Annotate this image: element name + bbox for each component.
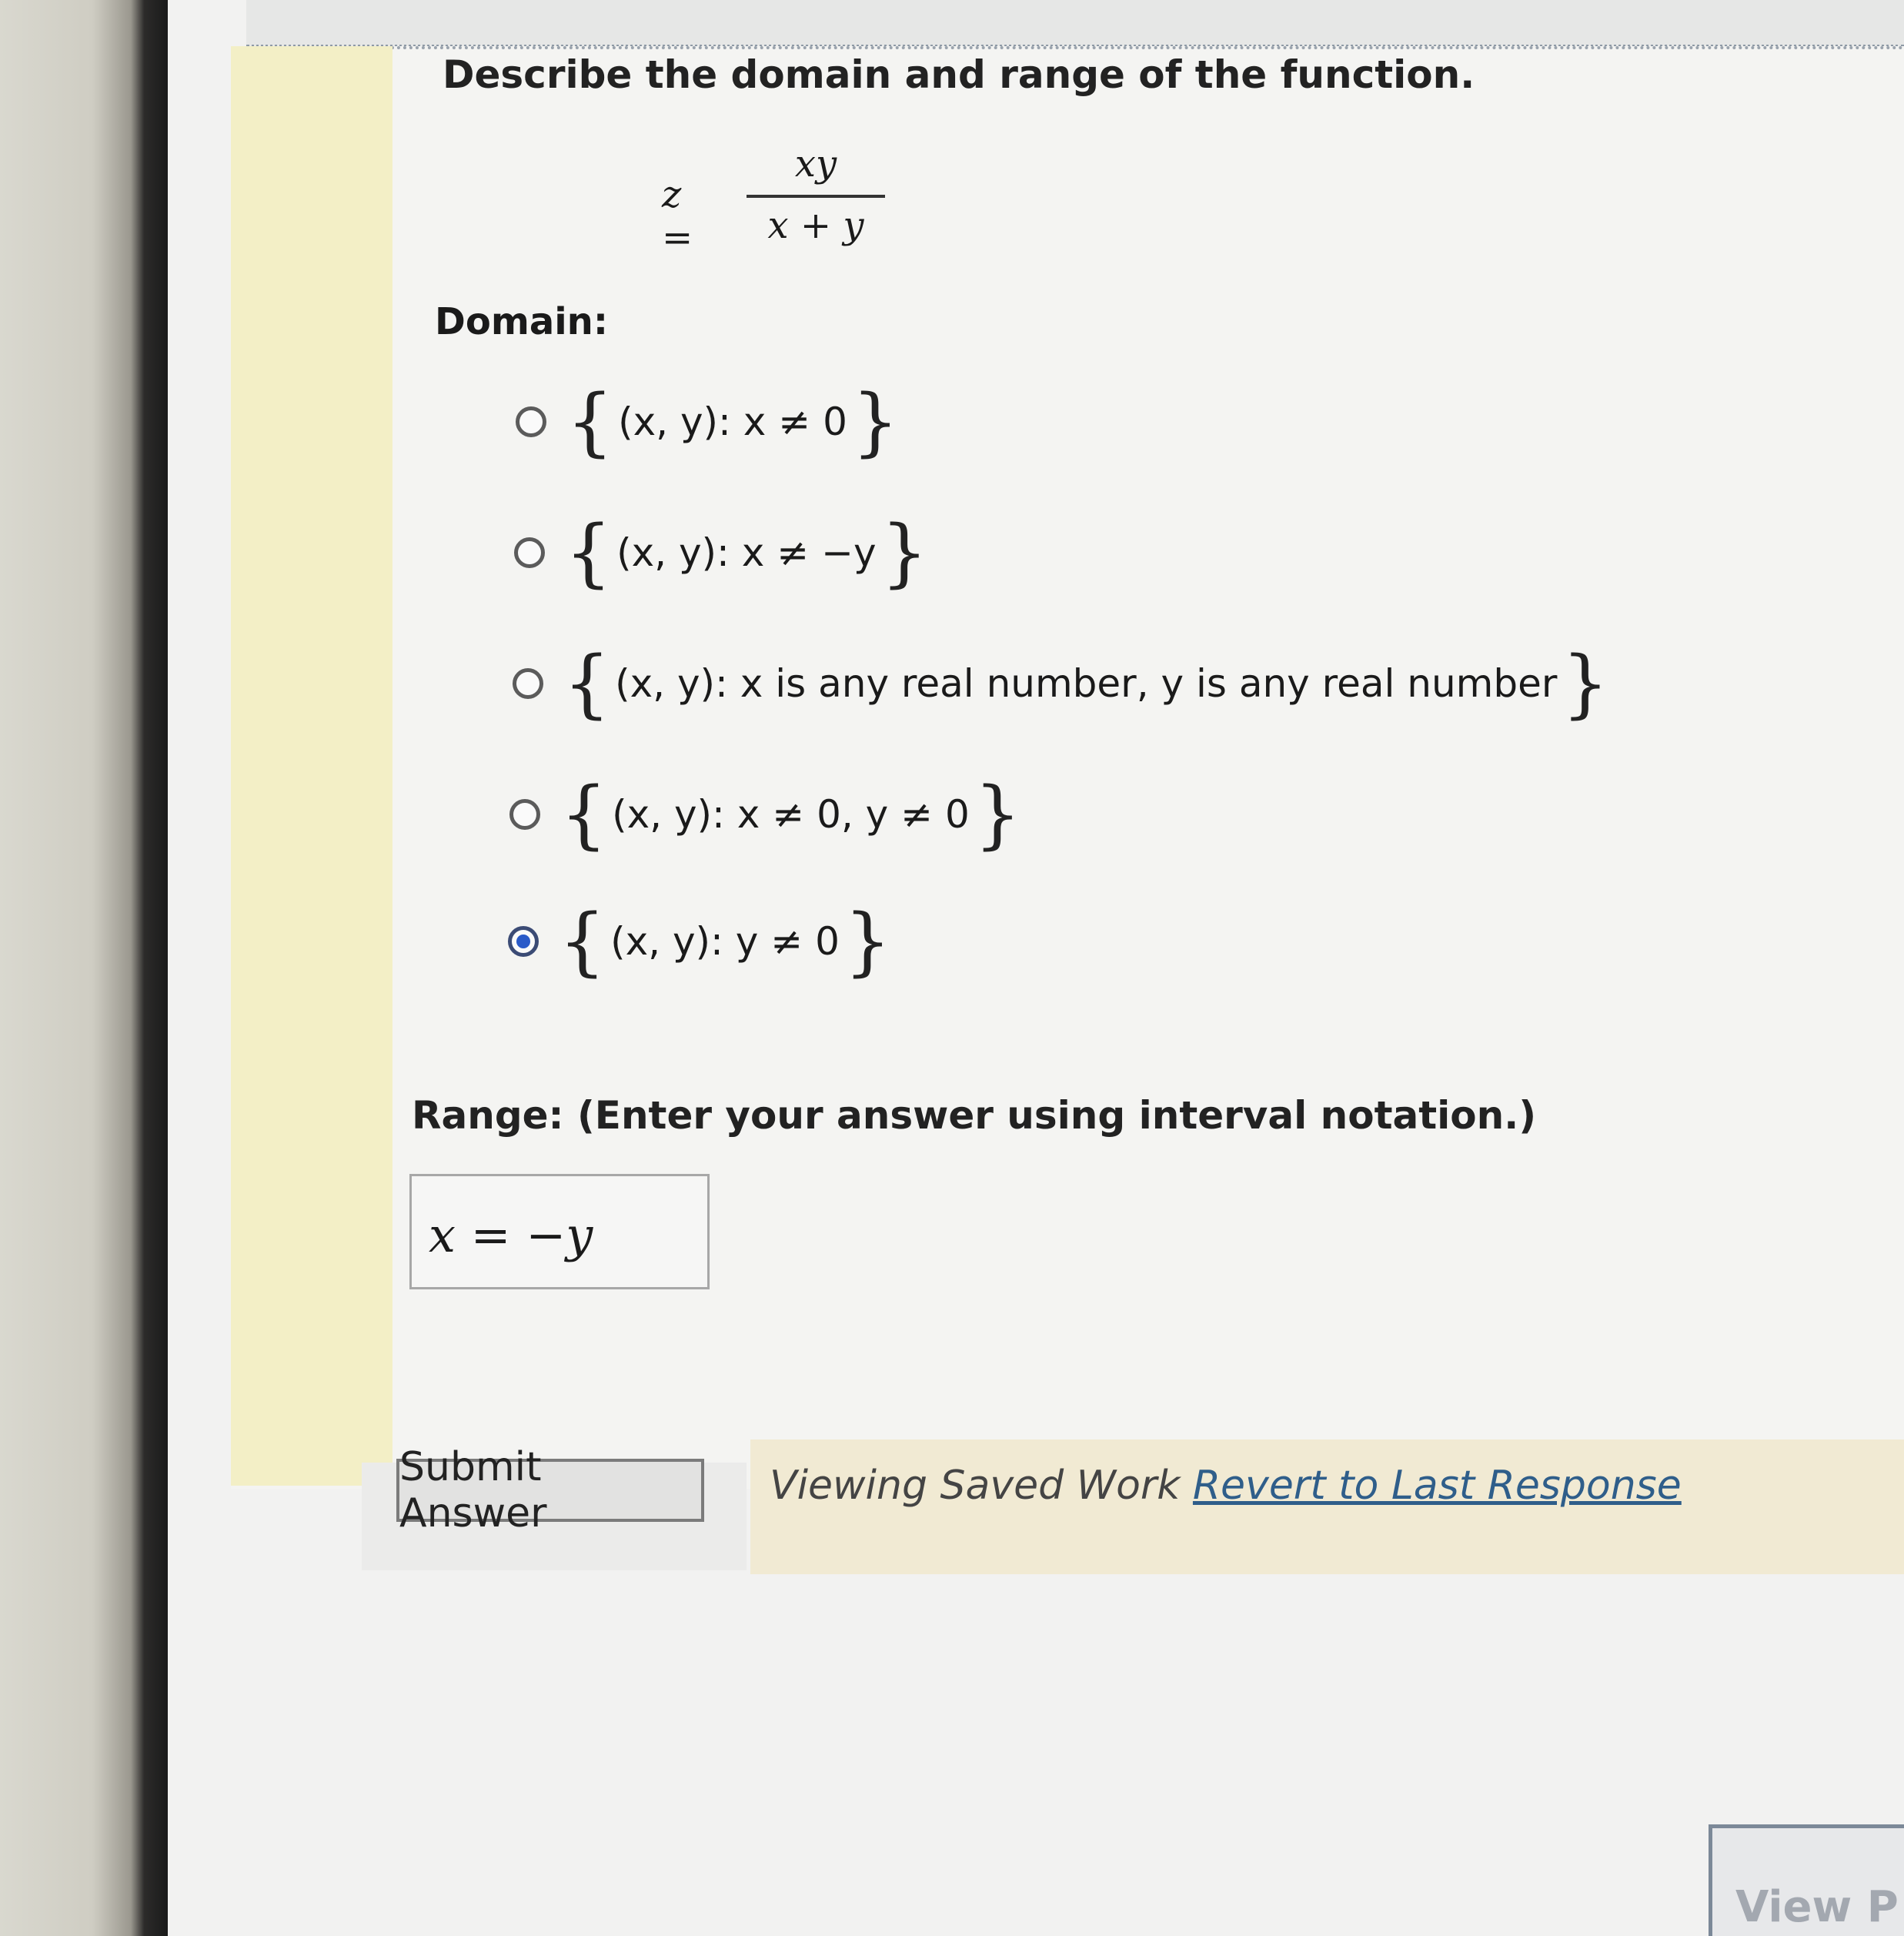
option-label: (x, y): x ≠ 0 [618, 400, 847, 444]
option-label: (x, y): x ≠ −y [616, 530, 877, 575]
left-brace-icon: { [559, 898, 606, 985]
formula-denominator: x + y [767, 204, 864, 247]
monitor-bezel [0, 0, 168, 1936]
domain-option-4[interactable]: { (x, y): x ≠ 0, y ≠ 0 } [509, 777, 1021, 851]
left-brace-icon: { [566, 379, 614, 465]
domain-option-2[interactable]: { (x, y): x ≠ −y } [514, 516, 928, 590]
right-brace-icon: } [880, 510, 928, 596]
range-answer-input[interactable]: x = −y [409, 1174, 710, 1289]
left-brace-icon: { [565, 510, 613, 596]
range-label: Range: (Enter your answer using interval… [412, 1093, 1537, 1138]
domain-label: Domain: [435, 300, 609, 343]
top-bar [246, 0, 1904, 47]
left-brace-icon: { [563, 640, 611, 727]
revert-link[interactable]: Revert to Last Response [1193, 1463, 1682, 1509]
option-label: (x, y): x ≠ 0, y ≠ 0 [612, 792, 970, 837]
right-brace-icon: } [843, 898, 891, 985]
right-brace-icon: } [1562, 640, 1609, 727]
saved-work-text: Viewing Saved Work Revert to Last Respon… [770, 1463, 1682, 1509]
left-brace-icon: { [560, 771, 608, 858]
radio-button[interactable] [516, 406, 546, 437]
domain-option-3[interactable]: { (x, y): x is any real number, y is any… [513, 647, 1609, 721]
right-brace-icon: } [851, 379, 899, 465]
option-label: (x, y): y ≠ 0 [610, 919, 840, 964]
viewing-saved-work-label: Viewing Saved Work [770, 1463, 1181, 1509]
formula-numerator: xy [794, 142, 837, 186]
view-button[interactable]: View P [1709, 1824, 1904, 1936]
question-prompt: Describe the domain and range of the fun… [443, 52, 1475, 97]
radio-button[interactable] [514, 537, 545, 568]
radio-button[interactable] [513, 668, 543, 699]
radio-button[interactable] [509, 799, 540, 830]
radio-button-selected[interactable] [508, 926, 539, 957]
formula-lhs: z = [662, 173, 693, 259]
submit-answer-button[interactable]: Submit Answer [396, 1444, 704, 1536]
right-brace-icon: } [974, 771, 1021, 858]
option-label: (x, y): x is any real number, y is any r… [615, 661, 1558, 706]
fraction-bar [747, 195, 885, 198]
question-marker-bar [231, 46, 392, 1486]
domain-option-5[interactable]: { (x, y): y ≠ 0 } [508, 904, 891, 978]
domain-option-1[interactable]: { (x, y): x ≠ 0 } [516, 385, 899, 459]
